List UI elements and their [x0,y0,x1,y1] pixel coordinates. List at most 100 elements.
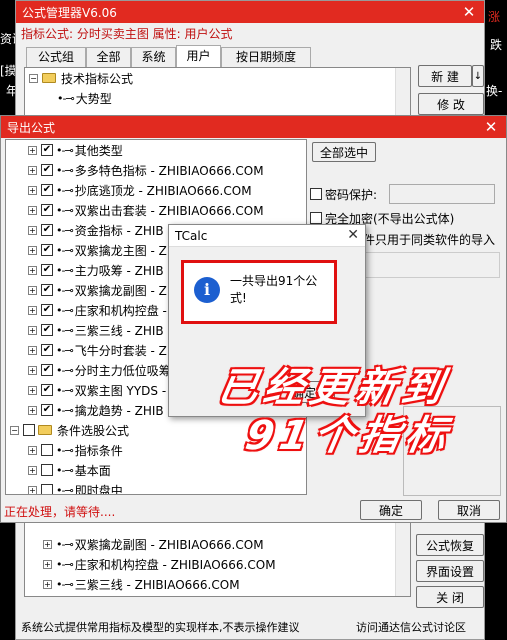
bg-right-top: 涨 [488,10,501,24]
close-icon[interactable]: ✕ [347,227,359,243]
close-icon[interactable]: ✕ [482,118,500,136]
tree-item[interactable]: •-⊸ 大势型 [57,88,112,108]
expand-icon[interactable]: + [28,445,37,455]
export-item[interactable]: + ✔ •-⊸ 擒龙趋势 - ZHIB [28,400,164,420]
export-item[interactable]: + ✔ •-⊸ 飞牛分时套装 - Z [28,340,167,360]
expand-icon[interactable]: + [28,225,37,235]
export-checkbox[interactable]: ✔ [41,284,53,296]
close-icon[interactable]: ✕ [460,3,478,21]
promo-line-2: 91个指标 [241,413,456,459]
export-checkbox[interactable] [23,424,35,436]
export-item[interactable]: + ✔ •-⊸ 其他类型 [28,140,123,160]
expand-icon[interactable]: + [28,345,37,355]
select-all-button[interactable]: 全部选中 [312,142,376,162]
tree-item[interactable]: + •-⊸ 庄家和机构控盘 - ZHIBIAO666.COM [43,554,276,574]
ui-settings-button[interactable]: 界面设置 [416,560,484,582]
export-item[interactable]: + ✔ •-⊸ 资金指标 - ZHIB [28,220,164,240]
expand-icon[interactable]: + [28,245,37,255]
forum-link[interactable]: 访问通达信公式讨论区 [356,619,466,635]
export-status-text: 正在处理，请等待.... [4,505,116,519]
edit-button[interactable]: 修 改 [418,93,484,115]
export-item-label: 多多特色指标 - ZHIBIAO666.COM [74,163,264,178]
expand-icon[interactable]: + [28,385,37,395]
export-item[interactable]: + ✔ •-⊸ 庄家和机构控盘 - [28,300,167,320]
export-item[interactable]: + ✔ •-⊸ 双紫擒龙副图 - Z [28,280,167,300]
export-item[interactable]: + ✔ •-⊸ 主力吸筹 - ZHIB [28,260,164,280]
export-checkbox[interactable]: ✔ [41,304,53,316]
export-item[interactable]: + ✔ •-⊸ 抄底逃顶龙 - ZHIBIAO666.COM [28,180,252,200]
export-cancel-button[interactable]: 取消 [438,500,500,520]
export-item[interactable]: + ✔ •-⊸ 双紫主图 YYDS - [28,380,166,400]
new-button[interactable]: 新 建 [418,65,472,87]
expand-icon[interactable]: + [43,579,52,589]
export-item[interactable]: + ✔ •-⊸ 三紫三线 - ZHIB [28,320,164,340]
expand-icon[interactable]: + [28,145,37,155]
export-checkbox[interactable] [41,464,53,476]
export-item-label: 其他类型 [74,143,123,158]
expand-icon[interactable]: + [28,325,37,335]
export-item[interactable]: + •-⊸ 指标条件 [28,440,123,460]
expand-icon[interactable]: + [28,265,37,275]
export-item[interactable]: + ✔ •-⊸ 多多特色指标 - ZHIBIAO666.COM [28,160,264,180]
expand-icon[interactable]: + [28,365,37,375]
tcalc-titlebar: TCalc ✕ [169,225,365,247]
tree-item[interactable]: − 技术指标公式 [29,68,133,88]
export-checkbox[interactable]: ✔ [41,204,53,216]
password-row: 密码保护: [310,184,377,204]
export-checkbox[interactable] [41,444,53,456]
expand-icon[interactable]: + [43,539,52,549]
export-checkbox[interactable]: ✔ [41,144,53,156]
key-icon: •-⊸ [56,383,74,397]
export-item[interactable]: + ✔ •-⊸ 双紫擒龙主图 - Z [28,240,167,260]
tab-user[interactable]: 用户 [176,45,221,67]
tree-item[interactable]: + •-⊸ 双紫擒龙副图 - ZHIBIAO666.COM [43,534,264,554]
export-item[interactable]: − 条件选股公式 [10,420,129,440]
expand-icon[interactable]: + [28,205,37,215]
tab-by-date[interactable]: 按日期频度 [221,47,311,67]
expand-icon[interactable]: + [28,405,37,415]
tab-group[interactable]: 公式组 [26,47,86,67]
close-button[interactable]: 关 闭 [416,586,484,608]
password-checkbox[interactable] [310,188,322,200]
password-input[interactable] [389,184,495,204]
export-item[interactable]: + ✔ •-⊸ 双紫出击套装 - ZHIBIAO666.COM [28,200,264,220]
export-checkbox[interactable]: ✔ [41,384,53,396]
arrow-down-icon[interactable]: ↓ [472,65,484,87]
encrypt-checkbox[interactable] [310,212,322,224]
tree-item[interactable]: + •-⊸ 三紫三线 - ZHIBIAO666.COM [43,574,240,594]
export-checkbox[interactable]: ✔ [41,224,53,236]
tab-system[interactable]: 系统 [131,47,176,67]
export-checkbox[interactable]: ✔ [41,364,53,376]
export-checkbox[interactable]: ✔ [41,184,53,196]
expand-icon[interactable]: + [43,559,52,569]
export-item-label: 飞牛分时套装 - Z [74,343,167,358]
expand-icon[interactable]: + [28,165,37,175]
key-icon: •-⊸ [56,403,74,417]
expand-icon[interactable]: + [28,465,37,475]
collapse-icon[interactable]: − [10,425,19,435]
export-checkbox[interactable]: ✔ [41,164,53,176]
expand-icon[interactable]: + [28,185,37,195]
export-ok-button[interactable]: 确定 [360,500,422,520]
export-item[interactable]: + ✔ •-⊸ 分时主力低位吸筹 [28,360,171,380]
tree-item-label: 庄家和机构控盘 - ZHIBIAO666.COM [74,557,276,572]
export-checkbox[interactable] [41,484,53,494]
export-checkbox[interactable]: ✔ [41,344,53,356]
tab-all[interactable]: 全部 [86,47,131,67]
collapse-icon[interactable]: − [29,73,38,83]
restore-button[interactable]: 公式恢复 [416,534,484,556]
expand-icon[interactable]: + [28,285,37,295]
expand-icon[interactable]: + [28,485,37,494]
export-checkbox[interactable]: ✔ [41,244,53,256]
key-icon: •-⊸ [56,557,74,571]
expand-icon[interactable]: + [28,305,37,315]
export-checkbox[interactable]: ✔ [41,324,53,336]
export-checkbox[interactable]: ✔ [41,264,53,276]
password-label: 密码保护: [325,187,378,202]
export-item-label: 庄家和机构控盘 - [74,303,167,318]
export-item-label: 资金指标 - ZHIB [74,223,164,238]
key-icon: •-⊸ [56,443,74,457]
export-item[interactable]: + •-⊸ 基本面 [28,460,111,480]
export-item[interactable]: + •-⊸ 即时盘中 [28,480,123,494]
export-checkbox[interactable]: ✔ [41,404,53,416]
